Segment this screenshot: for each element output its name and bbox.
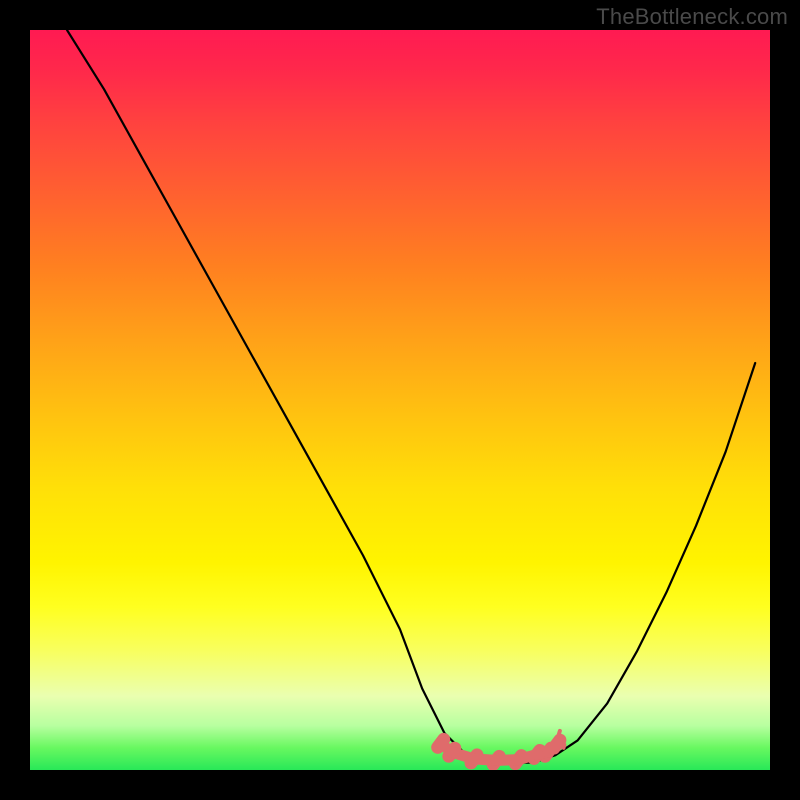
highlight-fleck (558, 731, 560, 736)
highlight-connector (548, 744, 557, 752)
watermark-text: TheBottleneck.com (596, 4, 788, 30)
highlight-marks (30, 30, 770, 770)
highlight-fleck (564, 745, 565, 748)
chart-area (30, 30, 770, 770)
